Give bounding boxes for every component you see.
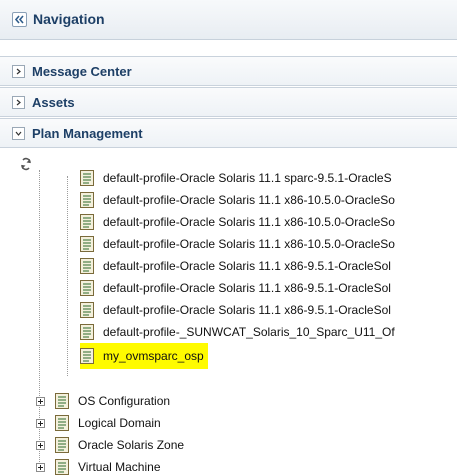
tree-category[interactable]: Logical Domain (36, 412, 161, 434)
expand-plus-icon[interactable] (36, 462, 45, 472)
plan-file-icon (80, 258, 94, 274)
accordion-plan-management[interactable]: Plan Management (0, 118, 457, 148)
accordion-label: Assets (32, 95, 75, 110)
tree-item-label: default-profile-Oracle Solaris 11.1 x86-… (103, 281, 391, 295)
tree-item[interactable]: default-profile-Oracle Solaris 11.1 x86-… (80, 211, 395, 233)
tree-connector (67, 176, 68, 376)
tree-item-selected[interactable]: my_ovmsparc_osp (80, 343, 208, 369)
accordion-message-center[interactable]: Message Center (0, 56, 457, 86)
refresh-icon[interactable] (19, 157, 33, 171)
navigation-header: Navigation (0, 0, 457, 40)
plan-file-icon (80, 192, 94, 208)
accordion-assets[interactable]: Assets (0, 87, 457, 117)
plan-file-icon (80, 280, 94, 296)
plan-file-icon (80, 170, 94, 186)
tree-item-label: default-profile-Oracle Solaris 11.1 x86-… (103, 237, 395, 251)
tree-category-label: OS Configuration (78, 394, 171, 408)
collapse-panel-button[interactable] (12, 12, 27, 27)
tree-item[interactable]: default-profile-Oracle Solaris 11.1 x86-… (80, 189, 395, 211)
tree-category[interactable]: Virtual Machine (36, 456, 161, 476)
tree-category-label: Logical Domain (78, 416, 161, 430)
tree-item[interactable]: default-profile-_SUNWCAT_Solaris_10_Spar… (80, 321, 395, 343)
plan-file-icon (80, 324, 94, 340)
chevron-down-icon (12, 127, 25, 140)
plan-management-tree: default-profile-Oracle Solaris 11.1 spar… (0, 150, 457, 476)
expand-plus-icon[interactable] (36, 396, 45, 406)
plan-file-icon (55, 393, 69, 409)
plan-file-icon (80, 214, 94, 230)
chevron-right-icon (12, 96, 25, 109)
tree-item-label: default-profile-Oracle Solaris 11.1 x86-… (103, 259, 391, 273)
tree-item[interactable]: default-profile-Oracle Solaris 11.1 x86-… (80, 299, 391, 321)
tree-item-label: default-profile-_SUNWCAT_Solaris_10_Spar… (103, 325, 395, 339)
accordion-label: Plan Management (32, 126, 143, 141)
plan-file-icon (80, 348, 94, 364)
tree-item[interactable]: default-profile-Oracle Solaris 11.1 x86-… (80, 233, 395, 255)
tree-category-label: Virtual Machine (78, 460, 161, 474)
tree-item-label: default-profile-Oracle Solaris 11.1 spar… (103, 171, 392, 185)
tree-category-label: Oracle Solaris Zone (78, 438, 185, 452)
plan-file-icon (80, 302, 94, 318)
plan-file-icon (80, 236, 94, 252)
tree-item-label: my_ovmsparc_osp (103, 349, 204, 363)
tree-item[interactable]: default-profile-Oracle Solaris 11.1 x86-… (80, 255, 391, 277)
plan-file-icon (55, 415, 69, 431)
accordion-label: Message Center (32, 64, 132, 79)
tree-category[interactable]: OS Configuration (36, 390, 170, 412)
expand-plus-icon[interactable] (36, 440, 45, 450)
tree-item[interactable]: default-profile-Oracle Solaris 11.1 x86-… (80, 277, 391, 299)
navigation-title: Navigation (33, 11, 105, 27)
tree-category[interactable]: Oracle Solaris Zone (36, 434, 184, 456)
double-chevron-left-icon (14, 15, 24, 24)
plan-file-icon (55, 459, 69, 475)
tree-item-label: default-profile-Oracle Solaris 11.1 x86-… (103, 215, 395, 229)
chevron-right-icon (12, 65, 25, 78)
tree-item-label: default-profile-Oracle Solaris 11.1 x86-… (103, 303, 391, 317)
plan-file-icon (55, 437, 69, 453)
tree-item[interactable]: default-profile-Oracle Solaris 11.1 spar… (80, 167, 392, 189)
tree-item-label: default-profile-Oracle Solaris 11.1 x86-… (103, 193, 395, 207)
expand-plus-icon[interactable] (36, 418, 45, 428)
